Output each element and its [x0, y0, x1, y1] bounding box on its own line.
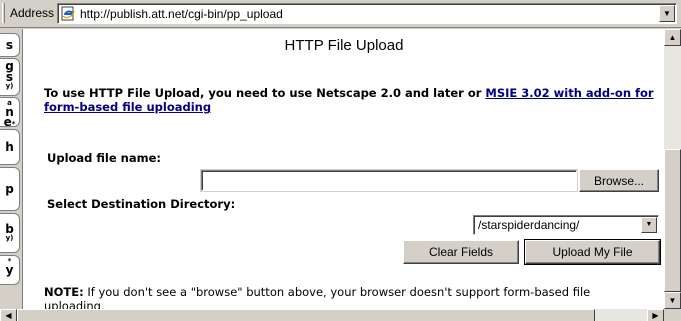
address-label: Address: [10, 6, 55, 20]
clear-fields-button[interactable]: Clear Fields: [403, 240, 519, 264]
scroll-down-icon[interactable]: ▼: [664, 292, 681, 309]
note-label: NOTE:: [44, 285, 84, 299]
address-input[interactable]: http://publish.att.net/cgi-bin/pp_upload…: [57, 3, 677, 24]
page-content: HTTP File Upload To use HTTP File Upload…: [22, 29, 664, 309]
sidebar-tab[interactable]: p: [0, 167, 20, 211]
intro-paragraph: To use HTTP File Upload, you need to use…: [44, 86, 664, 114]
destination-directory-label: Select Destination Directory:: [47, 197, 236, 211]
upload-file-input[interactable]: [200, 169, 578, 192]
page-title: HTTP File Upload: [284, 37, 404, 54]
sidebar-tab[interactable]: a n e*: [0, 97, 20, 127]
scrollbar-corner: [664, 309, 681, 321]
vertical-scroll-thumb[interactable]: [664, 149, 681, 292]
browser-support-note: NOTE: If you don't see a "browse" button…: [44, 285, 654, 309]
destination-selected-value: /starspiderdancing/: [478, 218, 580, 232]
vertical-scrollbar[interactable]: ▲ ▼: [664, 29, 681, 309]
sidebar-tab[interactable]: h: [0, 129, 20, 165]
address-bar: Address http://publish.att.net/cgi-bin/p…: [0, 0, 681, 28]
horizontal-scrollbar[interactable]: ◀ ▶: [0, 309, 664, 321]
note-text: If you don't see a "browse" button above…: [44, 285, 591, 309]
sidebar-tab[interactable]: g s y): [0, 58, 20, 96]
sidebar-tab[interactable]: * y: [0, 255, 20, 285]
scroll-right-icon[interactable]: ▶: [647, 309, 664, 321]
horizontal-scroll-thumb[interactable]: [17, 309, 595, 321]
ie-page-icon: [61, 6, 76, 21]
sidebar-tab[interactable]: s: [0, 33, 20, 57]
sidebar-tab[interactable]: b y): [0, 213, 20, 253]
chevron-down-icon[interactable]: ▼: [641, 217, 657, 233]
sidebar-tabs: s g s y) a n e* h p b y) * y: [0, 29, 22, 309]
upload-file-label: Upload file name:: [47, 151, 162, 165]
address-url: http://publish.att.net/cgi-bin/pp_upload: [80, 7, 283, 21]
scroll-up-icon[interactable]: ▲: [664, 29, 681, 46]
toolbar-grip[interactable]: [2, 3, 5, 23]
scroll-left-icon[interactable]: ◀: [0, 309, 17, 321]
intro-text: To use HTTP File Upload, you need to use…: [44, 86, 486, 100]
destination-directory-select[interactable]: /starspiderdancing/ ▼: [473, 215, 659, 235]
chevron-down-icon[interactable]: ▼: [659, 5, 675, 22]
browse-button[interactable]: Browse...: [579, 169, 659, 192]
upload-my-file-button[interactable]: Upload My File: [524, 239, 661, 265]
